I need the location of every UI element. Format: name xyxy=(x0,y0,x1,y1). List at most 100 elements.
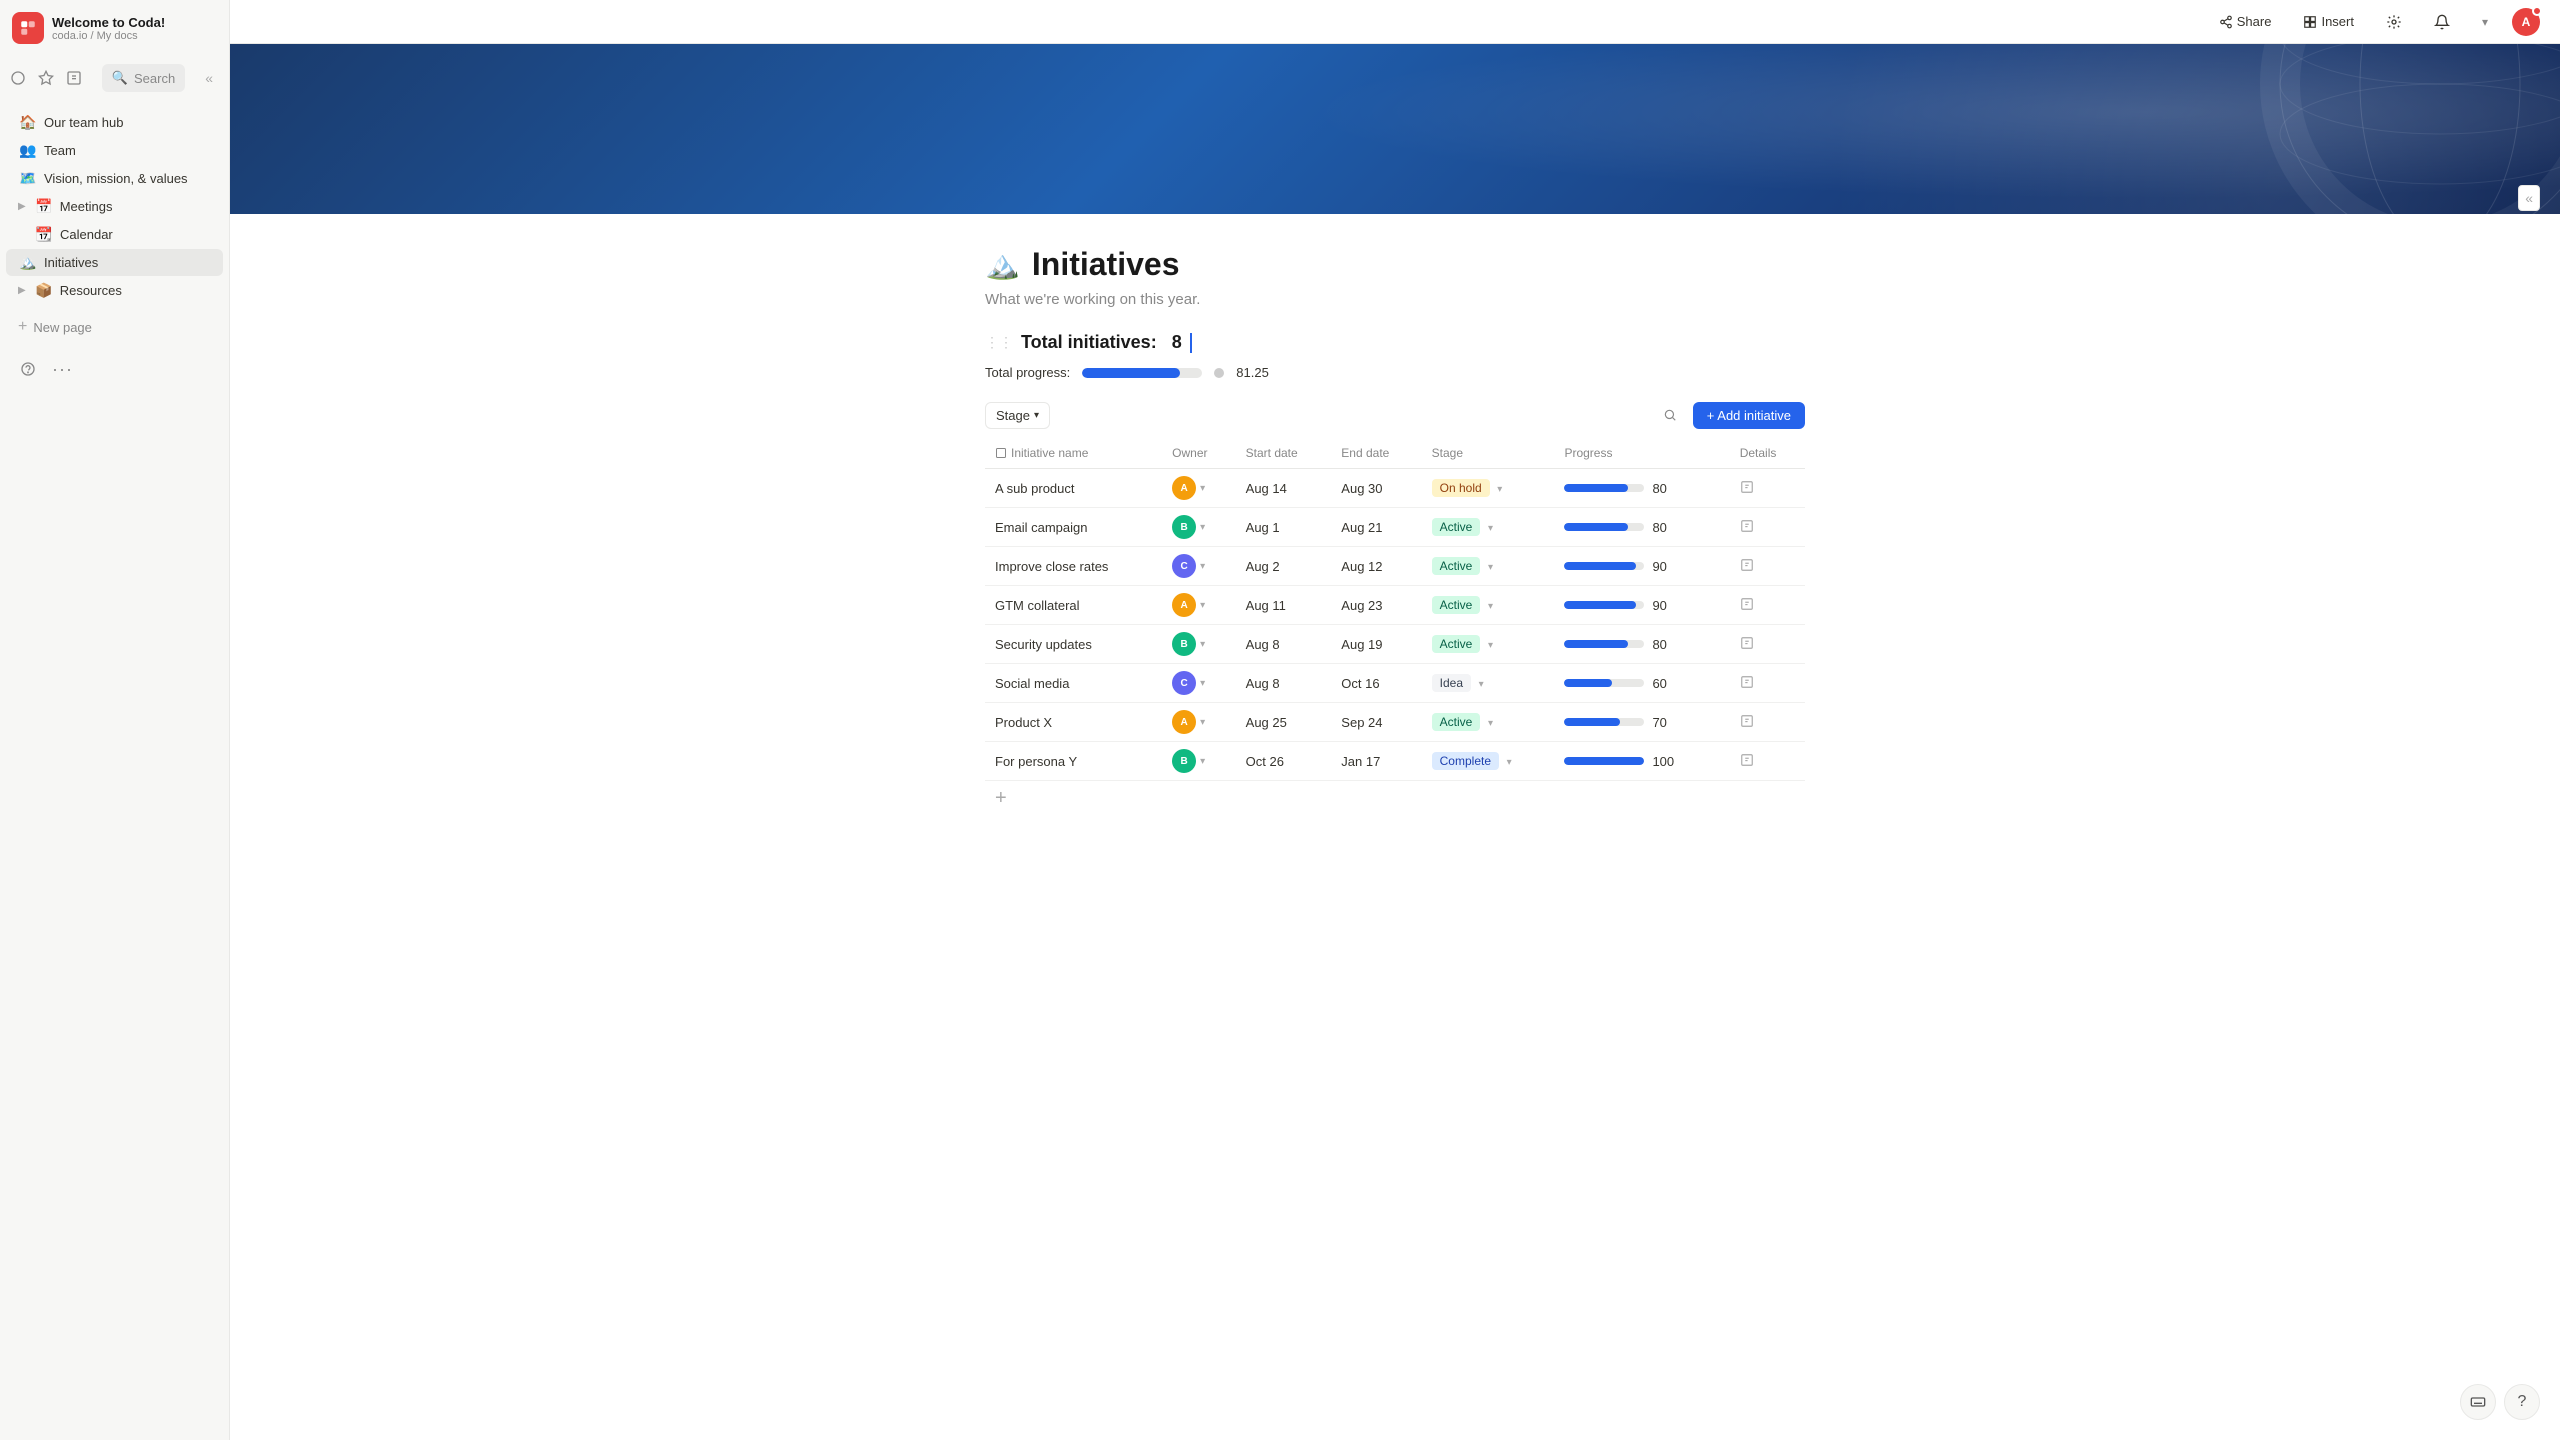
details-icon[interactable] xyxy=(1740,598,1754,614)
stage-dropdown-chevron[interactable]: ▾ xyxy=(1488,640,1493,651)
stage-badge[interactable]: On hold xyxy=(1432,479,1490,497)
stage-badge[interactable]: Active xyxy=(1432,596,1481,614)
owner-dropdown-chevron[interactable]: ▾ xyxy=(1200,639,1205,650)
details-icon[interactable] xyxy=(1740,559,1754,575)
details-icon[interactable] xyxy=(1740,481,1754,497)
sidebar-item-label: Vision, mission, & values xyxy=(44,171,188,186)
details-icon[interactable] xyxy=(1740,715,1754,731)
table-row[interactable]: Security updates B ▾ Aug 8 Aug 19 Active… xyxy=(985,625,1805,664)
table-row[interactable]: For persona Y B ▾ Oct 26 Jan 17 Complete… xyxy=(985,742,1805,781)
stage-dropdown-chevron[interactable]: ▾ xyxy=(1488,718,1493,729)
stage-dropdown-chevron[interactable]: ▾ xyxy=(1488,562,1493,573)
sidebar-item-team[interactable]: 👥 Team xyxy=(6,137,223,164)
stage-badge[interactable]: Active xyxy=(1432,557,1481,575)
help-question-btn[interactable]: ? xyxy=(2504,1384,2540,1420)
app-logo[interactable] xyxy=(12,12,44,44)
new-page-plus-icon: + xyxy=(18,318,27,336)
page-subtitle: What we're working on this year. xyxy=(985,291,1805,308)
sidebar-item-label: Initiatives xyxy=(44,255,98,270)
new-page-button[interactable]: + New page xyxy=(6,313,223,341)
cell-name: A sub product xyxy=(985,469,1162,508)
user-avatar[interactable]: A xyxy=(2512,8,2540,36)
details-icon[interactable] xyxy=(1740,637,1754,653)
table-row[interactable]: GTM collateral A ▾ Aug 11 Aug 23 Active … xyxy=(985,586,1805,625)
stage-dropdown-chevron[interactable]: ▾ xyxy=(1488,523,1493,534)
stage-badge[interactable]: Active xyxy=(1432,635,1481,653)
table-row[interactable]: Social media C ▾ Aug 8 Oct 16 Idea ▾ 60 xyxy=(985,664,1805,703)
right-panel-collapse-btn[interactable]: « xyxy=(2518,185,2540,211)
sidebar-item-team-hub[interactable]: 🏠 Our team hub xyxy=(6,109,223,136)
cell-start: Aug 14 xyxy=(1236,469,1332,508)
stage-filter-button[interactable]: Stage ▾ xyxy=(985,402,1050,429)
details-icon[interactable] xyxy=(1740,520,1754,536)
sidebar-item-label: Resources xyxy=(60,283,122,298)
docs-icon-btn[interactable] xyxy=(62,62,86,94)
search-box[interactable]: 🔍 Search xyxy=(102,64,185,92)
stage-badge[interactable]: Idea xyxy=(1432,674,1471,692)
drag-handle-icon[interactable]: ⋮⋮ xyxy=(985,334,1013,351)
table-search-button[interactable] xyxy=(1655,400,1685,430)
owner-avatar: A xyxy=(1172,710,1196,734)
owner-dropdown-chevron[interactable]: ▾ xyxy=(1200,600,1205,611)
stage-badge[interactable]: Complete xyxy=(1432,752,1499,770)
owner-dropdown-chevron[interactable]: ▾ xyxy=(1200,717,1205,728)
sidebar-item-vision[interactable]: 🗺️ Vision, mission, & values xyxy=(6,165,223,192)
share-button[interactable]: Share xyxy=(2211,10,2280,33)
more-options-btn[interactable]: ··· xyxy=(52,359,73,380)
stage-dropdown-chevron[interactable]: ▾ xyxy=(1479,679,1484,690)
star-icon-btn[interactable] xyxy=(34,62,58,94)
stage-filter-label: Stage xyxy=(996,408,1030,423)
details-icon[interactable] xyxy=(1740,754,1754,770)
cell-progress: 60 xyxy=(1554,664,1729,703)
add-row-button[interactable]: + xyxy=(985,781,1805,816)
mini-progress-bar xyxy=(1564,640,1644,648)
cell-details xyxy=(1730,703,1805,742)
page-emoji-icon: 🏔️ xyxy=(985,248,1020,281)
owner-dropdown-chevron[interactable]: ▾ xyxy=(1200,522,1205,533)
sidebar-header: Welcome to Coda! coda.io / My docs xyxy=(0,0,229,52)
table-row[interactable]: Email campaign B ▾ Aug 1 Aug 21 Active ▾… xyxy=(985,508,1805,547)
cell-details xyxy=(1730,742,1805,781)
stage-dropdown-chevron[interactable]: ▾ xyxy=(1488,601,1493,612)
sidebar-item-meetings[interactable]: ▶ 📅 Meetings xyxy=(6,193,223,220)
notifications-btn[interactable] xyxy=(2426,10,2458,34)
mini-progress-fill xyxy=(1564,484,1628,492)
table-row[interactable]: Improve close rates C ▾ Aug 2 Aug 12 Act… xyxy=(985,547,1805,586)
sidebar-collapse-btn[interactable]: « xyxy=(201,66,217,90)
owner-avatar: A xyxy=(1172,476,1196,500)
owner-dropdown-chevron[interactable]: ▾ xyxy=(1200,756,1205,767)
meetings-icon: 📅 xyxy=(34,198,54,215)
insert-button[interactable]: Insert xyxy=(2295,10,2362,33)
page-content: 🏔️ Initiatives What we're working on thi… xyxy=(230,44,2560,1440)
stage-badge[interactable]: Active xyxy=(1432,518,1481,536)
shortcuts-btn[interactable] xyxy=(2460,1384,2496,1420)
sidebar-item-initiatives[interactable]: 🏔️ Initiatives xyxy=(6,249,223,276)
page-title: Initiatives xyxy=(1032,246,1180,283)
details-icon[interactable] xyxy=(1740,676,1754,692)
help-icon-btn[interactable] xyxy=(12,353,44,385)
table-body: A sub product A ▾ Aug 14 Aug 30 On hold … xyxy=(985,469,1805,781)
progress-value: 81.25 xyxy=(1236,365,1269,380)
stage-dropdown-chevron[interactable]: ▾ xyxy=(1507,757,1512,768)
owner-dropdown-chevron[interactable]: ▾ xyxy=(1200,678,1205,689)
home-icon-btn[interactable] xyxy=(6,62,30,94)
page-title-row: 🏔️ Initiatives xyxy=(985,246,1805,283)
mini-progress-fill xyxy=(1564,640,1628,648)
stage-dropdown-chevron[interactable]: ▾ xyxy=(1497,484,1502,495)
topbar: Share Insert ▾ A xyxy=(230,0,2560,44)
insert-label: Insert xyxy=(2321,14,2354,29)
table-row[interactable]: Product X A ▾ Aug 25 Sep 24 Active ▾ 70 xyxy=(985,703,1805,742)
table-row[interactable]: A sub product A ▾ Aug 14 Aug 30 On hold … xyxy=(985,469,1805,508)
share-label: Share xyxy=(2237,14,2272,29)
owner-dropdown-chevron[interactable]: ▾ xyxy=(1200,561,1205,572)
cell-end: Jan 17 xyxy=(1331,742,1421,781)
sidebar-item-calendar[interactable]: 📆 Calendar xyxy=(6,221,223,248)
add-initiative-button[interactable]: + Add initiative xyxy=(1693,402,1805,429)
account-dropdown[interactable]: ▾ xyxy=(2474,11,2496,33)
stage-badge[interactable]: Active xyxy=(1432,713,1481,731)
mini-progress-bar xyxy=(1564,484,1644,492)
settings-btn[interactable] xyxy=(2378,10,2410,34)
sidebar-item-resources[interactable]: ▶ 📦 Resources xyxy=(6,277,223,304)
add-row-plus-icon: + xyxy=(995,787,1007,810)
owner-dropdown-chevron[interactable]: ▾ xyxy=(1200,483,1205,494)
